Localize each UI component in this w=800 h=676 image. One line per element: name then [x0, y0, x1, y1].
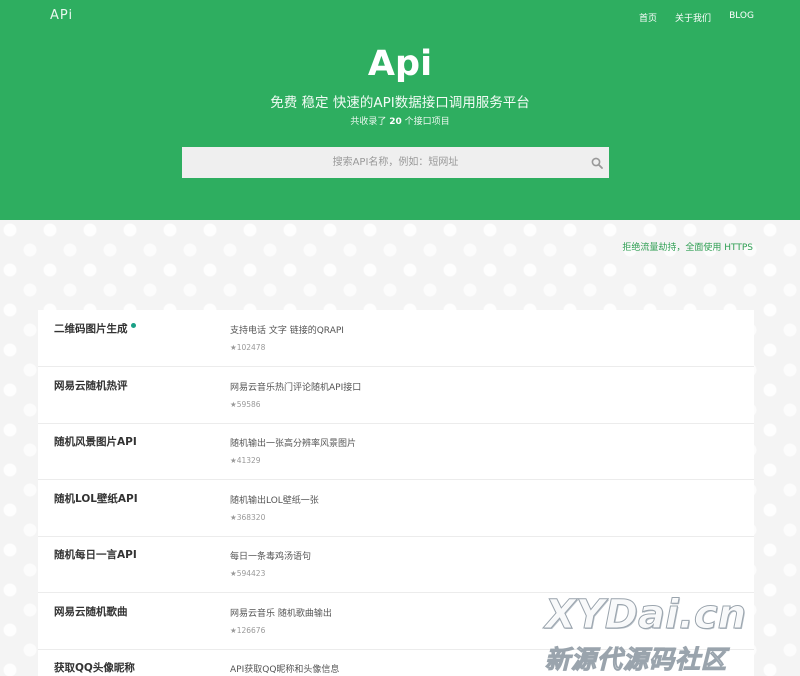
nav-home[interactable]: 首页 — [639, 11, 657, 24]
api-row[interactable]: 随机每日一言API 每日一条毒鸡汤语句 ★594423 — [38, 536, 754, 593]
count-prefix: 共收录了 — [350, 117, 387, 127]
api-description: 网易云音乐 随机歌曲输出 — [230, 608, 332, 619]
api-star-count: ★102478 — [230, 343, 266, 352]
api-description: 随机输出一张高分辨率风景图片 — [230, 439, 357, 449]
api-star-count: ★126676 — [230, 625, 266, 635]
api-name[interactable]: 随机LOL壁纸API — [54, 491, 138, 506]
api-name-text: 随机风景图片API — [54, 436, 137, 448]
search-input[interactable] — [182, 147, 609, 178]
api-row[interactable]: 随机LOL壁纸API 随机输出LOL壁纸一张 ★368320 — [38, 480, 754, 537]
watermark-text: 新源代源码社区 — [544, 645, 728, 675]
api-name-text: 二维码图片生成 — [54, 323, 128, 335]
hero-subtitle: 免费 稳定 快速的API数据接口调用服务平台 — [270, 95, 530, 111]
new-badge-dot — [130, 323, 136, 328]
api-name-text: 随机LOL壁纸API — [54, 492, 138, 505]
search-icon[interactable] — [591, 157, 603, 169]
api-row[interactable]: 网易云随机热评 网易云音乐热门评论随机API接口 ★59586 — [38, 367, 754, 424]
api-name-text: 网易云随机热评 — [54, 379, 128, 392]
api-description: 支持电话 文字 链接的QRAPI — [230, 326, 344, 336]
nav-blog[interactable]: BLOG — [729, 11, 754, 24]
count-value: 20 — [389, 117, 402, 127]
api-description: 每日一条毒鸡汤语句 — [230, 552, 312, 562]
api-row[interactable]: 二维码图片生成 支持电话 文字 链接的QRAPI ★102478 — [38, 310, 754, 367]
search-box — [182, 147, 609, 178]
api-name[interactable]: 网易云随机歌曲 — [54, 604, 128, 619]
brand-logo[interactable]: APi — [50, 8, 73, 23]
api-star-count: ★368320 — [230, 512, 266, 522]
hero-banner: APi 首页 关于我们 BLOG Api 免费 稳定 快速的API数据接口调用服… — [0, 0, 800, 220]
https-notice: 拒绝流量劫持，全面使用 HTTPS — [622, 243, 753, 253]
hero-title: Api — [367, 44, 433, 84]
api-row[interactable]: 随机风景图片API 随机输出一张高分辨率风景图片 ★41329 — [38, 423, 754, 480]
api-name-text: 网易云随机歌曲 — [54, 605, 128, 618]
api-name[interactable]: 二维码图片生成 — [54, 321, 136, 336]
api-star-count: ★41329 — [230, 456, 261, 465]
api-count: 共收录了 20 个接口项目 — [0, 114, 800, 127]
api-name[interactable]: 随机每日一言API — [54, 547, 137, 562]
api-description: API获取QQ昵称和头像信息 — [230, 665, 340, 675]
watermark-logo: XYDai.cn — [544, 592, 747, 639]
count-suffix: 个接口项目 — [404, 117, 450, 127]
api-name-text: 随机每日一言API — [54, 549, 137, 561]
api-name[interactable]: 网易云随机热评 — [54, 378, 128, 393]
api-name-text: 获取QQ头像昵称 — [54, 662, 135, 674]
api-name[interactable]: 随机风景图片API — [54, 434, 137, 449]
api-description: 随机输出LOL壁纸一张 — [230, 495, 319, 506]
top-nav: 首页 关于我们 BLOG — [639, 11, 754, 24]
api-star-count: ★59586 — [230, 399, 261, 409]
nav-about[interactable]: 关于我们 — [675, 11, 711, 24]
api-star-count: ★594423 — [230, 569, 266, 578]
api-name[interactable]: 获取QQ头像昵称 — [54, 660, 135, 675]
api-description: 网易云音乐热门评论随机API接口 — [230, 382, 362, 393]
